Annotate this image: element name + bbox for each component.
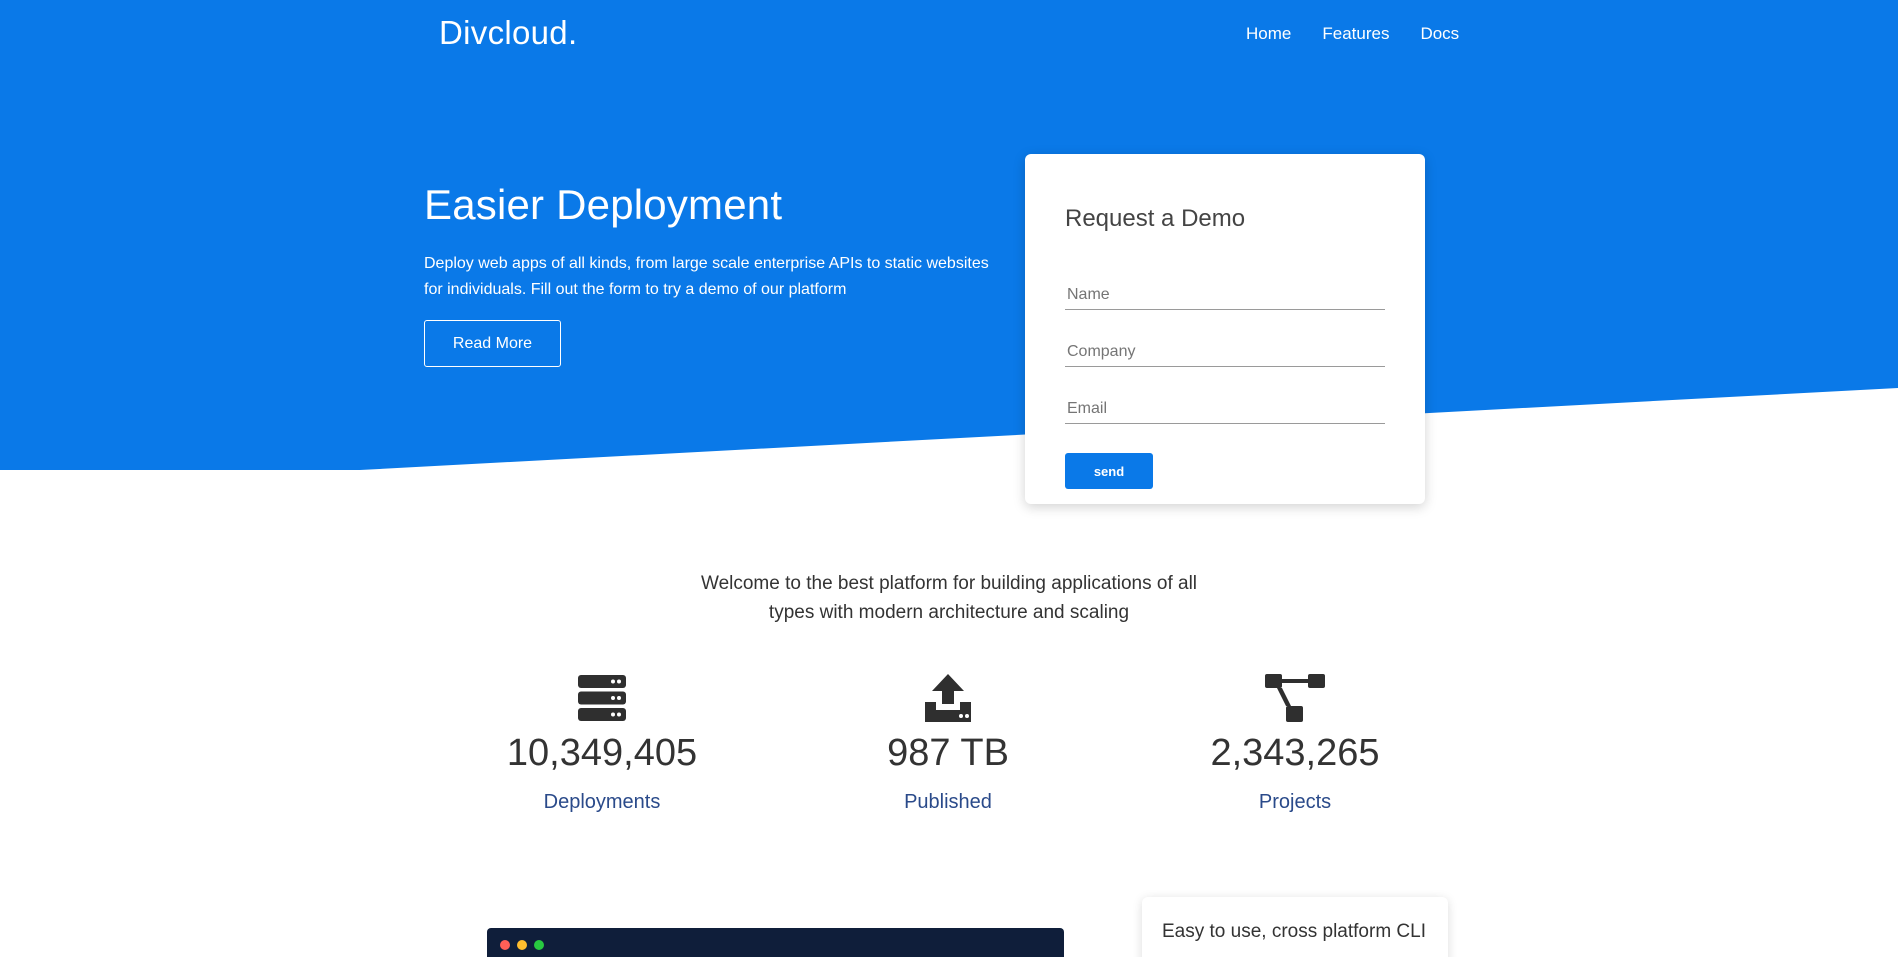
name-input[interactable] — [1065, 280, 1385, 310]
cli-feature-card: Easy to use, cross platform CLI — [1142, 897, 1448, 957]
stat-label: Deployments — [543, 791, 661, 813]
stat-projects: 2,343,265 Projects — [1165, 672, 1425, 814]
hero-background — [0, 0, 1898, 470]
request-demo-card: Request a Demo send — [1025, 154, 1425, 504]
read-more-button[interactable]: Read More — [424, 320, 561, 367]
close-dot-icon — [500, 940, 510, 950]
demo-form-title: Request a Demo — [1065, 205, 1246, 232]
stat-deployments: 10,349,405 Deployments — [472, 672, 732, 814]
company-input[interactable] — [1065, 337, 1385, 367]
upload-icon — [925, 674, 971, 722]
project-diagram-icon — [1265, 674, 1325, 722]
terminal-window — [487, 928, 1064, 957]
stat-value: 987 TB — [887, 732, 1009, 774]
stat-value: 2,343,265 — [1210, 732, 1380, 774]
nav-link-docs[interactable]: Docs — [1420, 24, 1459, 44]
email-input[interactable] — [1065, 394, 1385, 424]
welcome-text: Welcome to the best platform for buildin… — [700, 573, 1198, 623]
nav-link-features[interactable]: Features — [1322, 24, 1389, 44]
nav-links: Home Features Docs — [1246, 24, 1459, 44]
minimize-dot-icon — [517, 940, 527, 950]
hero-description: Deploy web apps of all kinds, from large… — [424, 255, 989, 298]
stat-label: Projects — [1258, 791, 1332, 813]
maximize-dot-icon — [534, 940, 544, 950]
nav-link-home[interactable]: Home — [1246, 24, 1291, 44]
hero-title: Easier Deployment — [424, 181, 783, 228]
cli-card-title: Easy to use, cross platform CLI — [1162, 921, 1426, 942]
server-icon — [578, 675, 626, 721]
brand-logo[interactable]: Divcloud. — [439, 14, 577, 52]
send-button[interactable]: send — [1065, 453, 1153, 489]
stat-published: 987 TB Published — [818, 672, 1078, 814]
stat-value: 10,349,405 — [506, 732, 698, 774]
stat-label: Published — [904, 791, 992, 813]
